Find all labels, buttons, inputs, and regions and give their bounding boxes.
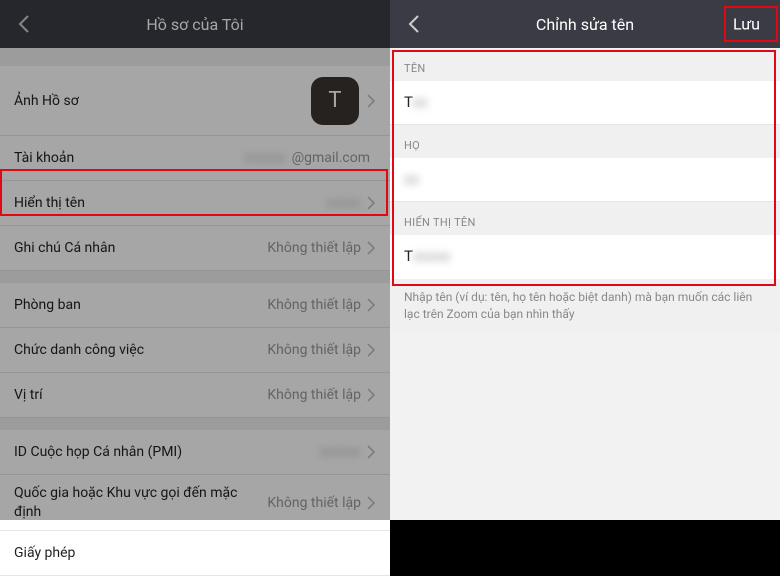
chevron-right-icon — [367, 94, 376, 108]
chevron-right-icon — [367, 298, 376, 312]
back-button[interactable] — [402, 12, 426, 36]
row-value: Không thiết lập — [267, 240, 361, 256]
chevron-right-icon — [367, 343, 376, 357]
chevron-left-icon — [408, 15, 420, 33]
display-name-row[interactable]: Hiển thị tên xxxxx — [0, 181, 390, 226]
chevron-right-icon — [367, 196, 376, 210]
row-value: Không thiết lập — [267, 297, 361, 313]
last-name-input[interactable]: xx — [390, 158, 780, 202]
row-label: Chức danh công việc — [14, 342, 267, 358]
row-label: Hiển thị tên — [14, 195, 326, 211]
display-name-section-label: HIỂN THỊ TÊN — [390, 202, 780, 235]
chevron-right-icon — [367, 388, 376, 402]
row-label: Quốc gia hoặc Khu vực gọi đến mặc định — [14, 484, 267, 520]
pmi-value-masked: xxxxxx — [319, 444, 361, 460]
first-name-masked: xx — [412, 93, 427, 111]
first-name-input[interactable]: Txx — [390, 81, 780, 125]
location-row[interactable]: Vị trí Không thiết lập — [0, 373, 390, 418]
job-title-row[interactable]: Chức danh công việc Không thiết lập — [0, 328, 390, 373]
row-label: Ảnh Hồ sơ — [14, 93, 311, 109]
header-title: Hồ sơ của Tôi — [146, 15, 243, 34]
display-name-value-masked: xxxxx — [326, 195, 361, 211]
row-label: Ghi chú Cá nhân — [14, 240, 267, 256]
chevron-right-icon — [367, 241, 376, 255]
display-name-masked: xxxxx — [413, 247, 463, 265]
chevron-right-icon — [367, 445, 376, 459]
edit-name-content: TÊN Txx HỌ xx HIỂN THỊ TÊN Txxxxx Nhập t… — [390, 48, 780, 333]
profile-content: Ảnh Hồ sơ T Tài khoản xxxxxx @gmail.com … — [0, 48, 390, 576]
chevron-left-icon — [18, 15, 30, 33]
account-row[interactable]: Tài khoản xxxxxx @gmail.com — [0, 136, 390, 181]
row-value: @gmail.com — [292, 150, 370, 166]
save-button[interactable]: Lưu — [725, 11, 768, 38]
avatar: T — [311, 77, 359, 125]
profile-screen: Hồ sơ của Tôi Ảnh Hồ sơ T Tài khoản xxxx… — [0, 0, 390, 520]
row-label: Tài khoản — [14, 150, 244, 166]
first-name-section-label: TÊN — [390, 48, 780, 81]
header-title: Chỉnh sửa tên — [536, 15, 634, 34]
license-row[interactable]: Giấy phép — [0, 531, 390, 576]
pmi-row[interactable]: ID Cuộc họp Cá nhân (PMI) xxxxxx — [0, 430, 390, 475]
display-name-field[interactable]: Txxxxx — [390, 235, 780, 279]
row-value: Không thiết lập — [267, 342, 361, 358]
profile-photo-row[interactable]: Ảnh Hồ sơ T — [0, 66, 390, 136]
helper-text: Nhập tên (ví dụ: tên, họ tên hoặc biệt d… — [390, 279, 780, 333]
edit-name-screen: Chỉnh sửa tên Lưu TÊN Txx HỌ xx HIỂN THỊ… — [390, 0, 780, 520]
row-label: Vị trí — [14, 387, 267, 403]
row-label: Phòng ban — [14, 297, 267, 313]
row-label: Giấy phép — [14, 545, 376, 561]
last-name-masked: xx — [404, 170, 419, 188]
department-row[interactable]: Phòng ban Không thiết lập — [0, 283, 390, 328]
default-region-row[interactable]: Quốc gia hoặc Khu vực gọi đến mặc định K… — [0, 475, 390, 531]
row-value: Không thiết lập — [267, 387, 361, 403]
last-name-section-label: HỌ — [390, 125, 780, 158]
back-button[interactable] — [12, 12, 36, 36]
header: Chỉnh sửa tên Lưu — [390, 0, 780, 48]
chevron-right-icon — [367, 496, 376, 510]
account-value-masked: xxxxxx — [244, 150, 286, 166]
row-value: Không thiết lập — [267, 495, 361, 511]
row-label: ID Cuộc họp Cá nhân (PMI) — [14, 444, 319, 460]
header: Hồ sơ của Tôi — [0, 0, 390, 48]
personal-note-row[interactable]: Ghi chú Cá nhân Không thiết lập — [0, 226, 390, 271]
